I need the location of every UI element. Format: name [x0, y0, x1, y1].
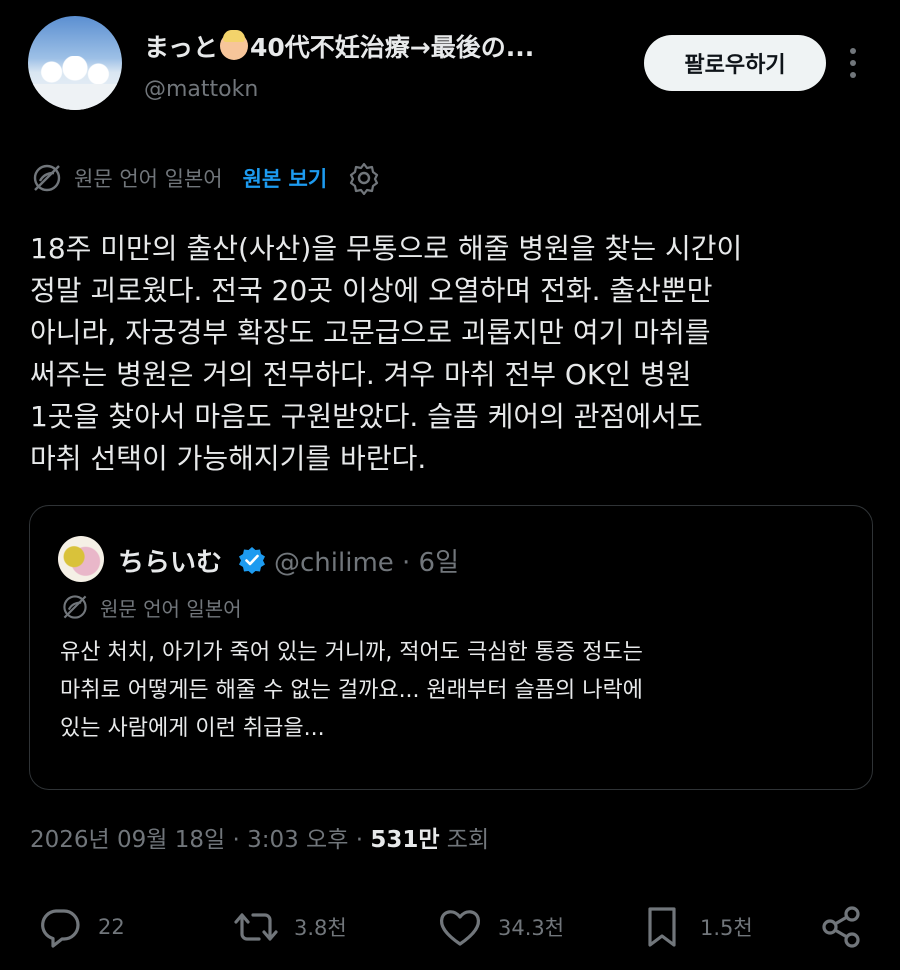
reply-button[interactable]: 22: [36, 902, 125, 952]
tweet-line: 마취 선택이 가능해지기를 바란다.: [30, 442, 427, 475]
like-button[interactable]: 34.3천: [436, 902, 564, 952]
tweet-line: 1곳을 찾아서 마음도 구원받았다. 슬픔 케어의 관점에서도: [30, 400, 703, 433]
tweet-line: 18주 미만의 출산(사산)을 무통으로 해줄 병원을 찾는 시간이: [30, 232, 743, 265]
quoted-tweet[interactable]: ちらいむ @chilime · 6일 원문 언어 일본어 유산 처치, 아기가 …: [29, 505, 873, 790]
follow-button[interactable]: 팔로우하기: [644, 35, 826, 91]
quote-translation-row: 원문 언어 일본어: [60, 592, 242, 622]
quote-line: 마취로 어떻게든 해줄 수 없는 걸까요... 원래부터 슬픔의 나락에: [60, 678, 643, 703]
quote-line: 있는 사람에게 이런 취급을...: [60, 716, 325, 741]
like-icon: [439, 910, 481, 946]
quote-body: 유산 처치, 아기가 죽어 있는 거니까, 적어도 극심한 통증 정도는 마취로…: [60, 634, 860, 748]
tweet-header: まっと 40代不妊治療→最後の... @mattokn 팔로우하기: [0, 0, 900, 130]
bookmark-button[interactable]: 1.5천: [638, 902, 753, 952]
reply-count: 22: [98, 915, 125, 939]
quote-translation-label: 원문 언어 일본어: [100, 596, 242, 621]
baby-emoji-icon: [220, 30, 249, 60]
repost-count: 3.8천: [294, 916, 347, 940]
more-icon[interactable]: [843, 46, 863, 80]
verified-icon: [239, 547, 265, 574]
quote-author-avatar: [58, 536, 104, 582]
views-count: 531만: [370, 827, 440, 853]
bookmark-count: 1.5천: [700, 916, 753, 940]
show-original-link[interactable]: 원본 보기: [243, 163, 328, 193]
action-bar: 22 3.8천 34.3천 1.5천: [0, 880, 900, 970]
share-icon: [822, 906, 860, 948]
tweet-line: 써주는 병원은 거의 전무하다. 겨우 마취 전부 OK인 병원: [30, 358, 692, 391]
quote-line: 유산 처치, 아기가 죽어 있는 거니까, 적어도 극심한 통증 정도는: [60, 640, 643, 665]
quote-author-name: ちらいむ: [118, 548, 223, 578]
like-count: 34.3천: [498, 916, 565, 940]
translate-icon: [33, 164, 61, 192]
quote-handle-time: @chilime · 6일: [274, 548, 460, 578]
repost-icon: [234, 913, 278, 941]
bookmark-icon: [648, 907, 676, 947]
translation-row: 원문 언어 일본어 원본 보기: [30, 160, 381, 196]
share-button[interactable]: [818, 902, 866, 952]
author-avatar[interactable]: [28, 16, 122, 110]
views-label: 조회: [439, 827, 490, 853]
author-handle[interactable]: @mattokn: [144, 77, 258, 102]
translate-icon: [63, 595, 87, 619]
tweet-line: 정말 괴로웠다. 전국 20곳 이상에 오열하며 전화. 출산뿐만: [30, 274, 713, 307]
tweet-meta: 2026년 09월 18일 · 3:03 오후 · 531만 조회: [30, 820, 489, 854]
translation-label: 원문 언어 일본어: [74, 167, 223, 191]
tweet-datetime[interactable]: 2026년 09월 18일 · 3:03 오후 ·: [30, 827, 370, 853]
author-display-name[interactable]: まっと 40代不妊治療→最後の...: [144, 28, 534, 64]
tweet-body: 18주 미만의 출산(사산)을 무통으로 해줄 병원을 찾는 시간이 정말 괴로…: [30, 228, 880, 480]
reply-icon: [41, 909, 80, 948]
gear-icon[interactable]: [347, 161, 381, 195]
tweet-line: 아니라, 자궁경부 확장도 고문급으로 괴롭지만 여기 마취를: [30, 316, 711, 349]
repost-button[interactable]: 3.8천: [232, 902, 347, 952]
